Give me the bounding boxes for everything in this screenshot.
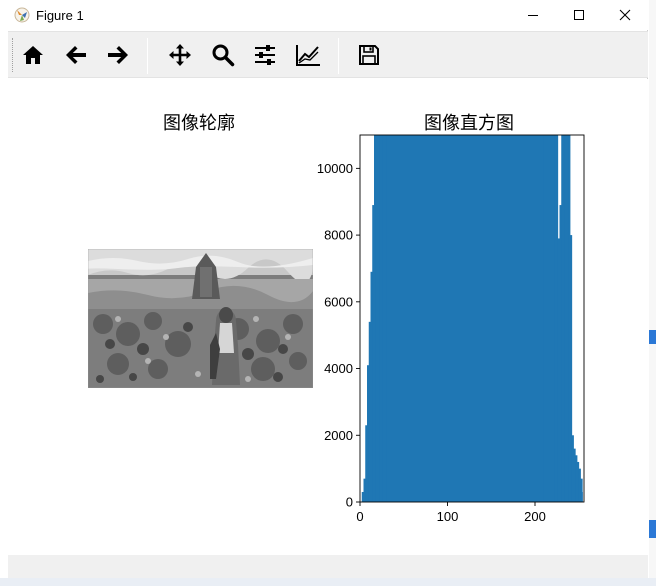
y-tick-label: 4000 <box>324 361 353 376</box>
matplotlib-logo-icon <box>14 7 30 23</box>
y-tick-label: 8000 <box>324 228 353 243</box>
histogram-bar <box>447 135 466 502</box>
pan-button[interactable] <box>163 38 197 72</box>
figure-canvas[interactable]: 图像轮廓 图像直方图 0 2000 4000 6000 8000 10000 0… <box>8 79 648 555</box>
line-chart-icon <box>296 45 320 66</box>
histogram-bar <box>543 135 553 502</box>
y-tick-label: 0 <box>346 495 353 510</box>
home-button[interactable] <box>16 38 50 72</box>
toolbar-separator <box>338 38 339 74</box>
left-subplot-title: 图像轮廓 <box>163 113 235 134</box>
forward-button[interactable] <box>101 38 135 72</box>
toolbar-separator <box>147 38 148 74</box>
arrow-left-icon <box>66 46 86 64</box>
background-taskbar-edge <box>0 578 656 586</box>
x-tick-label: 100 <box>437 509 459 524</box>
histogram-bar <box>564 135 569 502</box>
configure-subplots-button[interactable] <box>248 38 282 72</box>
navigation-toolbar <box>8 31 648 78</box>
minimize-button[interactable] <box>510 0 556 30</box>
back-button[interactable] <box>59 38 93 72</box>
maximize-button[interactable] <box>556 0 602 30</box>
histogram-bar <box>465 135 483 502</box>
y-tick-label: 10000 <box>317 161 353 176</box>
edit-axes-button[interactable] <box>291 38 325 72</box>
status-bar <box>8 555 648 578</box>
background-accent <box>649 520 656 538</box>
y-tick-label: 2000 <box>324 428 353 443</box>
window-title: Figure 1 <box>36 8 84 23</box>
close-button[interactable] <box>602 0 648 30</box>
histogram-bar <box>561 135 566 502</box>
histogram-axes: 0 2000 4000 6000 8000 10000 0 100 200 <box>317 134 585 524</box>
contour-image <box>88 249 313 388</box>
toolbar-grip[interactable] <box>12 38 15 72</box>
histogram-bar <box>517 135 536 502</box>
y-tick-label: 6000 <box>324 294 353 309</box>
histogram-bar <box>482 135 501 502</box>
histogram-bar <box>395 135 413 502</box>
histogram-bar <box>535 135 545 502</box>
zoom-button[interactable] <box>206 38 240 72</box>
home-icon <box>23 46 43 64</box>
histogram-bar <box>582 491 583 502</box>
floppy-disk-icon <box>359 45 379 65</box>
close-icon <box>619 9 631 21</box>
histogram-bar <box>386 135 396 502</box>
figure-window: Figure 1 图像轮廓 图像直方图 0 2000 4000 6000 800… <box>0 0 648 586</box>
arrow-right-icon <box>108 46 128 64</box>
save-button[interactable] <box>352 38 386 72</box>
move-icon <box>169 44 191 66</box>
sliders-icon <box>255 45 275 65</box>
histogram-bar <box>430 135 448 502</box>
maximize-icon <box>574 10 584 20</box>
x-tick-label: 200 <box>524 509 546 524</box>
histogram-bar <box>412 135 431 502</box>
histogram-bar <box>500 135 518 502</box>
minimize-icon <box>528 15 538 16</box>
magnifier-icon <box>212 44 235 67</box>
background-window-edge <box>649 0 656 586</box>
x-tick-label: 0 <box>356 509 363 524</box>
title-bar[interactable]: Figure 1 <box>0 0 648 30</box>
background-accent <box>649 330 656 344</box>
